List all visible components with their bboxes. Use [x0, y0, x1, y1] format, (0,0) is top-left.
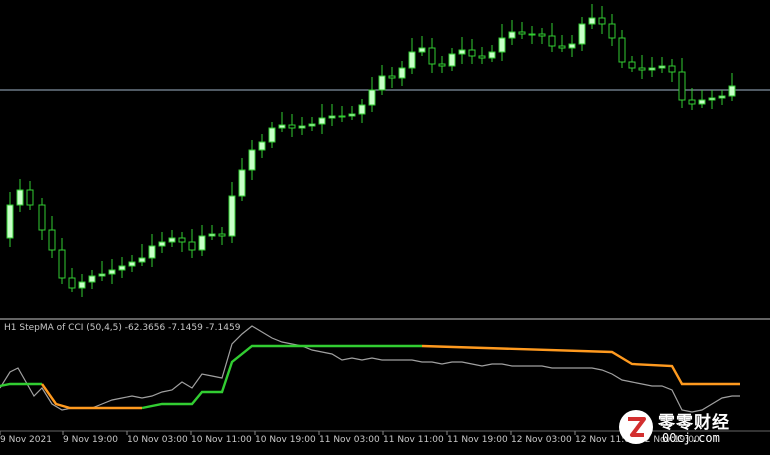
candle-body [318, 117, 326, 125]
candle-body [68, 277, 76, 289]
stepma-up-segment [141, 344, 422, 410]
time-axis-label: 10 Nov 19:00 [255, 435, 316, 445]
candle-body [178, 237, 186, 243]
candle-body [308, 123, 316, 127]
candle-body [508, 31, 516, 39]
candle-body [218, 233, 226, 237]
candle-body [728, 85, 736, 97]
candle-body [348, 113, 356, 117]
candle-body [638, 67, 646, 71]
candle-body [38, 204, 46, 231]
candle-body [298, 125, 306, 129]
candle-body [258, 141, 266, 151]
candle-body [538, 33, 546, 37]
candle-body [238, 169, 246, 197]
candle-body [468, 49, 476, 57]
candle-body [208, 233, 216, 237]
candle-body [268, 127, 276, 143]
price-chart-window[interactable]: H1 StepMA of CCI (50,4,5) -62.3656 -7.14… [0, 0, 770, 451]
candle-body [438, 63, 446, 67]
candle-body [388, 75, 396, 79]
candle-body [118, 265, 126, 271]
candle-body [228, 195, 236, 237]
candle-body [618, 37, 626, 63]
candle-body [16, 189, 24, 206]
time-axis-label: 11 Nov 11:00 [383, 435, 444, 445]
candle-body [408, 51, 416, 69]
candle-body [378, 75, 386, 91]
candle-body [568, 43, 576, 49]
candle-body [398, 67, 406, 79]
time-axis-label: 12 Nov 03:00 [511, 435, 572, 445]
candle-body [128, 261, 136, 267]
watermark-text: 零零财经 [658, 413, 730, 433]
candle-body [168, 237, 176, 243]
candle-body [428, 47, 436, 65]
stepma-up-segment [0, 382, 42, 388]
candle-body [628, 61, 636, 69]
candle-body [658, 65, 666, 69]
candle-body [148, 245, 156, 259]
candle-body [608, 23, 616, 39]
candle-body [108, 269, 116, 275]
candle-body [648, 67, 656, 71]
candle-body [358, 104, 366, 115]
candle-body [708, 97, 716, 101]
candle-body [478, 55, 486, 59]
candle-body [158, 241, 166, 247]
candle-body [518, 31, 526, 35]
candle-body [288, 124, 296, 129]
time-axis-label: 9 Nov 19:00 [63, 435, 118, 445]
candle-body [58, 249, 66, 279]
candle-body [368, 89, 376, 106]
watermark: 零零财经 00cj.com [616, 407, 766, 449]
time-axis-label: 9 Nov 2021 [0, 435, 52, 445]
candle-body [88, 275, 96, 283]
indicator-label: H1 StepMA of CCI (50,4,5) -62.3656 -7.14… [4, 323, 241, 333]
watermark-url: 00cj.com [662, 431, 720, 445]
candle-body [548, 35, 556, 47]
candle-body [98, 273, 106, 277]
candle-body [458, 49, 466, 55]
candle-body [528, 33, 536, 36]
time-axis-label: 11 Nov 03:00 [319, 435, 380, 445]
candle-body [718, 95, 726, 99]
time-axis-label: 11 Nov 19:00 [447, 435, 508, 445]
time-axis-label: 10 Nov 11:00 [191, 435, 252, 445]
cci-line [0, 325, 740, 413]
candle-body [488, 51, 496, 59]
candle-body [78, 281, 86, 289]
candle-body [248, 149, 256, 171]
candle-body [188, 241, 196, 251]
candle-body [338, 115, 346, 118]
candle-body [278, 124, 286, 129]
candle-body [448, 53, 456, 67]
candle-body [198, 235, 206, 251]
candle-body [498, 37, 506, 53]
stepma-down-segment [41, 383, 142, 410]
candle-body [588, 17, 596, 25]
candle-body [688, 99, 696, 105]
candle-body [578, 23, 586, 45]
candle-body [26, 189, 34, 206]
chart-canvas[interactable] [0, 0, 770, 451]
time-axis-label: 10 Nov 03:00 [127, 435, 188, 445]
watermark-logo-icon [619, 410, 653, 444]
candle-body [418, 47, 426, 53]
candle-body [558, 45, 566, 49]
candle-body [138, 257, 146, 263]
candle-body [598, 17, 606, 25]
candle-body [328, 115, 336, 119]
candle-body [678, 71, 686, 101]
candle-body [698, 99, 706, 105]
candle-body [48, 229, 56, 251]
stepma-down-segment [421, 344, 740, 386]
candle-body [6, 204, 14, 239]
candle-body [668, 65, 676, 73]
